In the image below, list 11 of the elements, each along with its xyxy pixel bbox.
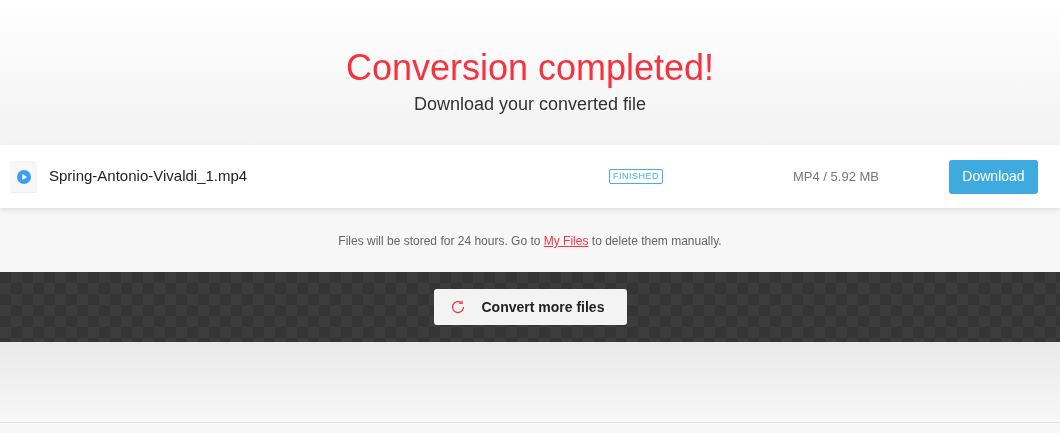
refresh-icon — [450, 300, 465, 314]
page-subtitle: Download your converted file — [413, 93, 647, 116]
convert-more-button[interactable]: Convert more files — [433, 289, 627, 325]
download-button[interactable]: Download — [949, 159, 1038, 194]
storage-note: Files will be stored for 24 hours. Go to My Files to delete them manually. — [337, 233, 723, 250]
file-name: Spring-Antonio-Vivaldi_1.mp4 — [49, 166, 249, 187]
file-info: MP4 / 5.92 MB — [793, 167, 879, 186]
page-title: Conversion completed! — [345, 46, 715, 90]
my-files-link[interactable]: My Files — [543, 234, 589, 248]
status-badge: FINISHED — [609, 169, 663, 184]
play-icon — [16, 169, 31, 184]
